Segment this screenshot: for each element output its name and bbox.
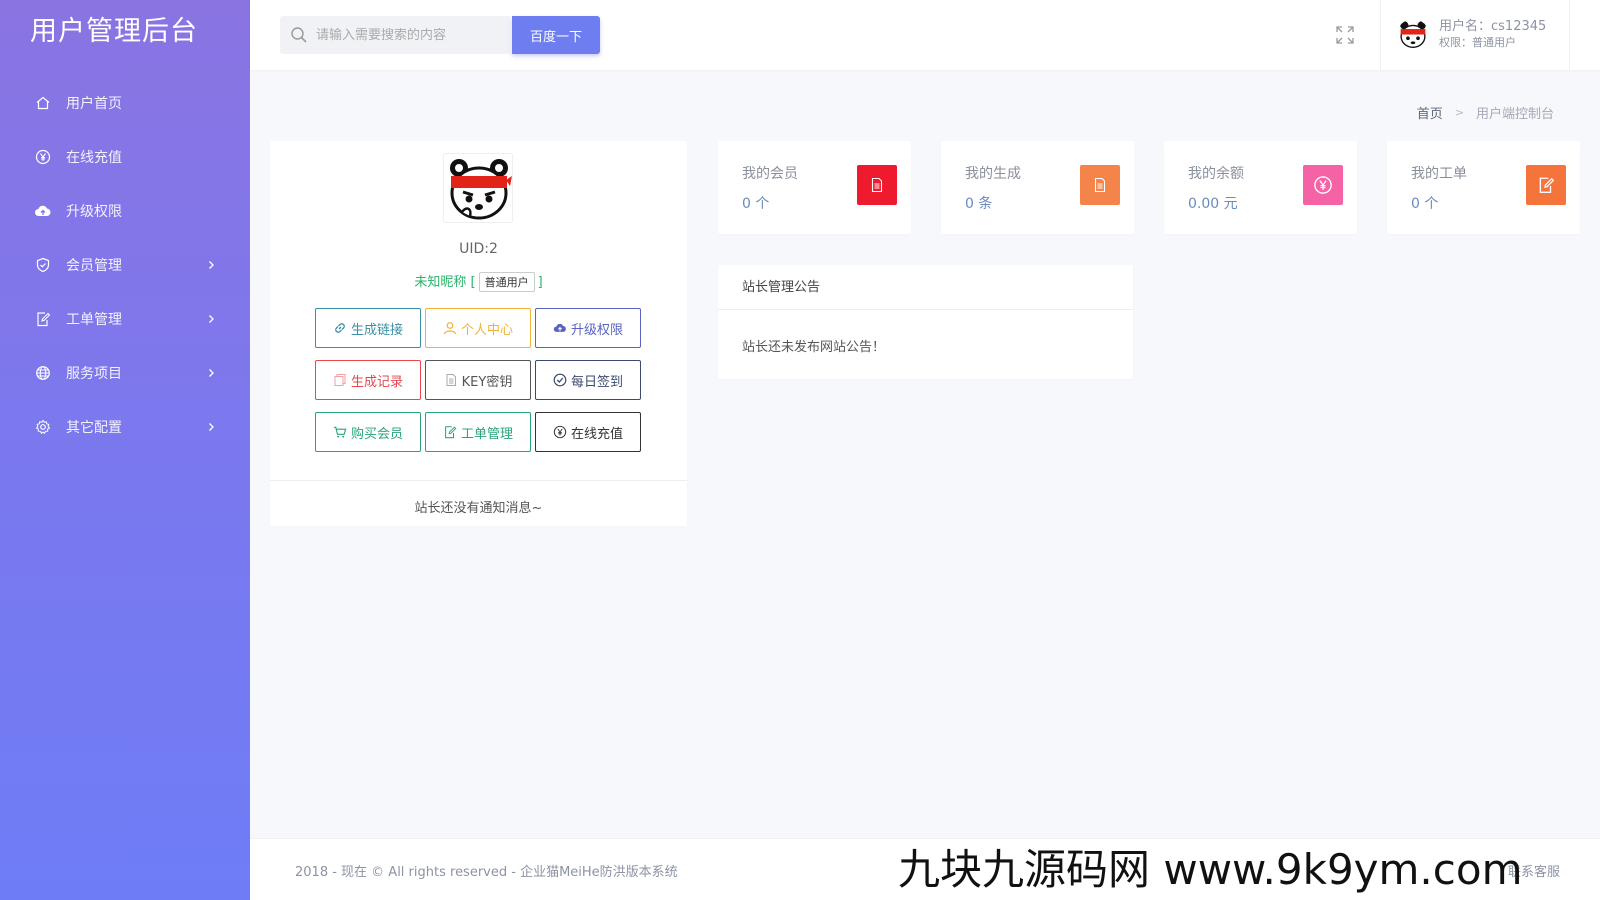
stat-label: 我的余额	[1188, 166, 1244, 182]
stat-card-generated[interactable]: 我的生成 0 条	[941, 141, 1134, 234]
nickname-label: 未知昵称	[414, 275, 467, 290]
search-icon	[291, 27, 307, 43]
document-icon	[444, 373, 458, 387]
sidebar-item-home[interactable]: 用户首页	[0, 76, 250, 130]
announcement-body: 站长还未发布网站公告！	[742, 340, 886, 355]
cart-icon	[333, 425, 347, 439]
profile-card: UID:2 未知昵称 [普通用户] 生成链接 个人中心 升级权限 生成记录 KE…	[270, 141, 687, 526]
stat-label: 我的会员	[742, 166, 798, 182]
sidebar: 用户管理后台 用户首页 在线充值 升级权限 会员管理 工单管理 服务项目 其它配…	[0, 0, 250, 900]
stat-label: 我的生成	[965, 166, 1021, 182]
button-label: 生成链接	[350, 322, 403, 338]
sidebar-item-tickets[interactable]: 工单管理	[0, 292, 250, 346]
divider	[270, 480, 687, 481]
breadcrumb: 首页 > 用户端控制台	[1417, 103, 1554, 122]
button-label: KEY密钥	[461, 374, 513, 390]
edit-document-icon	[34, 310, 52, 328]
stat-card-members[interactable]: 我的会员 0 个	[718, 141, 911, 234]
button-label: 升级权限	[570, 322, 623, 338]
username-label: 用户名：cs12345	[1439, 19, 1547, 34]
upgrade-button[interactable]: 升级权限	[535, 308, 641, 348]
quick-actions: 生成链接 个人中心 升级权限 生成记录 KEY密钥 每日签到 购买会员 工单管理…	[315, 308, 645, 452]
link-icon	[333, 321, 347, 335]
sidebar-item-label: 在线充值	[66, 150, 122, 166]
nickname-line: 未知昵称 [普通用户]	[270, 271, 687, 292]
avatar	[443, 153, 513, 223]
search-box	[280, 16, 510, 54]
notice-message: 站长还没有通知消息~	[414, 501, 543, 516]
search-button[interactable]: 百度一下	[512, 16, 600, 54]
button-label: 购买会员	[350, 426, 403, 442]
user-info[interactable]: 用户名：cs12345 权限：普通用户	[1380, 0, 1570, 70]
ticket-management-button[interactable]: 工单管理	[425, 412, 531, 452]
button-label: 每日签到	[570, 374, 623, 390]
watermark: 九块九源码网 www.9k9ym.com	[898, 845, 1523, 894]
top-header: 百度一下 用户名：cs12345 权限：普通用户	[250, 0, 1600, 70]
check-circle-icon	[553, 373, 567, 387]
document-icon	[857, 165, 897, 205]
button-label: 工单管理	[460, 426, 513, 442]
avatar	[1397, 19, 1429, 51]
sidebar-item-label: 用户首页	[66, 96, 122, 112]
stat-label: 我的工单	[1411, 166, 1467, 182]
stat-value: 0 个	[1411, 196, 1439, 212]
stat-value: 0 个	[742, 196, 770, 212]
stat-value: 0.00 元	[1188, 196, 1238, 212]
edit-document-icon	[1526, 165, 1566, 205]
role-label: 权限：普通用户	[1439, 36, 1516, 49]
yen-circle-icon	[1303, 165, 1343, 205]
sidebar-nav: 用户首页 在线充值 升级权限 会员管理 工单管理 服务项目 其它配置	[0, 76, 250, 454]
document-icon	[1080, 165, 1120, 205]
fullscreen-icon[interactable]	[1335, 25, 1355, 45]
user-icon	[443, 321, 457, 335]
globe-icon	[34, 364, 52, 382]
yen-circle-icon	[553, 425, 567, 439]
copyright-text: 2018 - 现在 © All rights reserved - 企业猫Mei…	[295, 865, 678, 880]
copy-icon	[333, 373, 347, 387]
role-badge: 普通用户	[478, 272, 535, 292]
breadcrumb-separator-icon: >	[1454, 106, 1464, 119]
sidebar-item-settings[interactable]: 其它配置	[0, 400, 250, 454]
search-input[interactable]	[316, 27, 496, 43]
chevron-right-icon	[209, 315, 214, 323]
sidebar-item-recharge[interactable]: 在线充值	[0, 130, 250, 184]
yen-circle-icon	[34, 148, 52, 166]
stat-card-tickets[interactable]: 我的工单 0 个	[1387, 141, 1580, 234]
gear-icon	[34, 418, 52, 436]
sidebar-item-services[interactable]: 服务项目	[0, 346, 250, 400]
online-recharge-button[interactable]: 在线充值	[535, 412, 641, 452]
sidebar-item-label: 升级权限	[66, 204, 122, 220]
edit-document-icon	[443, 425, 457, 439]
generate-records-button[interactable]: 生成记录	[315, 360, 421, 400]
cloud-upload-icon	[553, 321, 567, 335]
chevron-right-icon	[209, 261, 214, 269]
buy-membership-button[interactable]: 购买会员	[315, 412, 421, 452]
key-secret-button[interactable]: KEY密钥	[425, 360, 531, 400]
sidebar-item-label: 服务项目	[66, 366, 122, 382]
stat-card-balance[interactable]: 我的余额 0.00 元	[1164, 141, 1357, 234]
profile-center-button[interactable]: 个人中心	[425, 308, 531, 348]
announcement-title: 站长管理公告	[718, 265, 1133, 310]
stat-value: 0 条	[965, 196, 993, 212]
generate-link-button[interactable]: 生成链接	[315, 308, 421, 348]
sidebar-item-label: 其它配置	[66, 420, 122, 436]
breadcrumb-current: 用户端控制台	[1475, 107, 1554, 122]
button-label: 在线充值	[570, 426, 623, 442]
cloud-upload-icon	[34, 202, 52, 220]
sidebar-item-label: 会员管理	[66, 258, 122, 274]
chevron-right-icon	[209, 423, 214, 431]
sidebar-item-upgrade[interactable]: 升级权限	[0, 184, 250, 238]
breadcrumb-home[interactable]: 首页	[1417, 103, 1443, 122]
announcement-card: 站长管理公告 站长还未发布网站公告！	[718, 265, 1133, 379]
chevron-right-icon	[209, 369, 214, 377]
sidebar-item-members[interactable]: 会员管理	[0, 238, 250, 292]
uid-label: UID:2	[459, 241, 498, 257]
button-label: 个人中心	[460, 322, 513, 338]
brand-title: 用户管理后台	[30, 16, 198, 47]
home-icon	[34, 94, 52, 112]
daily-checkin-button[interactable]: 每日签到	[535, 360, 641, 400]
sidebar-item-label: 工单管理	[66, 312, 122, 328]
button-label: 生成记录	[350, 374, 403, 390]
shield-check-icon	[34, 256, 52, 274]
